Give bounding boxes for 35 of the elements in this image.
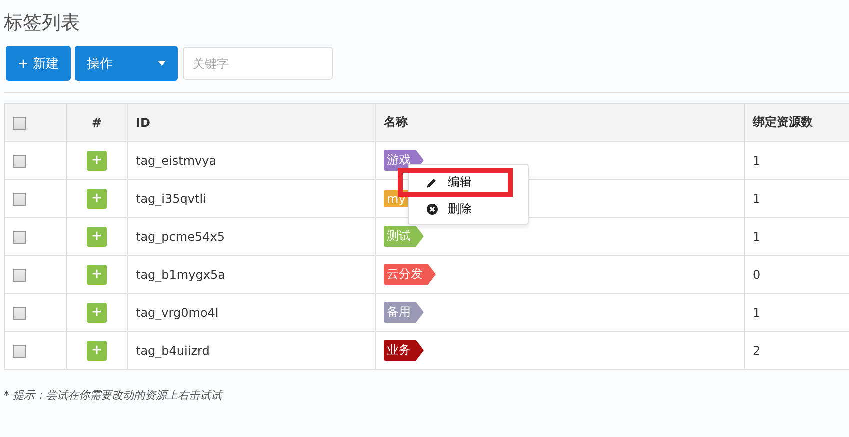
table-cell: tag_eistmvya [128,142,376,180]
select-all-checkbox[interactable] [13,116,26,130]
column-header: # [66,104,128,142]
column-header: 名称 [376,104,744,142]
table-cell: tag_b4uiizrd [128,332,376,370]
tag-label: 云分发 [384,264,436,285]
table-cell: tag_i35qvtli [128,180,376,218]
expand-button[interactable]: + [87,226,107,246]
close-icon [427,204,438,214]
column-header: ID [128,104,376,142]
action-dropdown-button[interactable]: 操作 [75,46,178,81]
expand-button[interactable]: + [87,150,107,170]
page-title: 标签列表 [3,11,81,36]
tag-label: 业务 [384,340,424,361]
row-checkbox[interactable] [13,268,26,282]
hint-text: * 提示：尝试在你需要改动的资源上右击试试 [3,388,224,403]
search-field[interactable]: 关键字 [183,47,334,80]
row-checkbox[interactable] [13,344,26,358]
column-header: 绑定资源数 [744,104,849,142]
new-button[interactable]: + 新建 [6,46,72,81]
table-cell: tag_b1mygx5a [128,256,376,294]
expand-button[interactable]: + [87,188,107,208]
table-cell: tag_vrg0mo4l [128,294,376,332]
caret-icon [158,61,166,66]
expand-button[interactable]: + [87,264,107,284]
expand-button[interactable]: + [87,340,107,360]
table-cell: tag_pcme54x5 [128,218,376,256]
tag-label: 测试 [384,226,424,247]
row-checkbox[interactable] [13,154,26,168]
pencil-icon [426,176,438,188]
expand-button[interactable]: + [87,302,107,322]
row-checkbox[interactable] [13,306,26,320]
tag-label: 备用 [384,302,424,323]
row-checkbox[interactable] [13,192,26,206]
row-checkbox[interactable] [13,230,26,244]
